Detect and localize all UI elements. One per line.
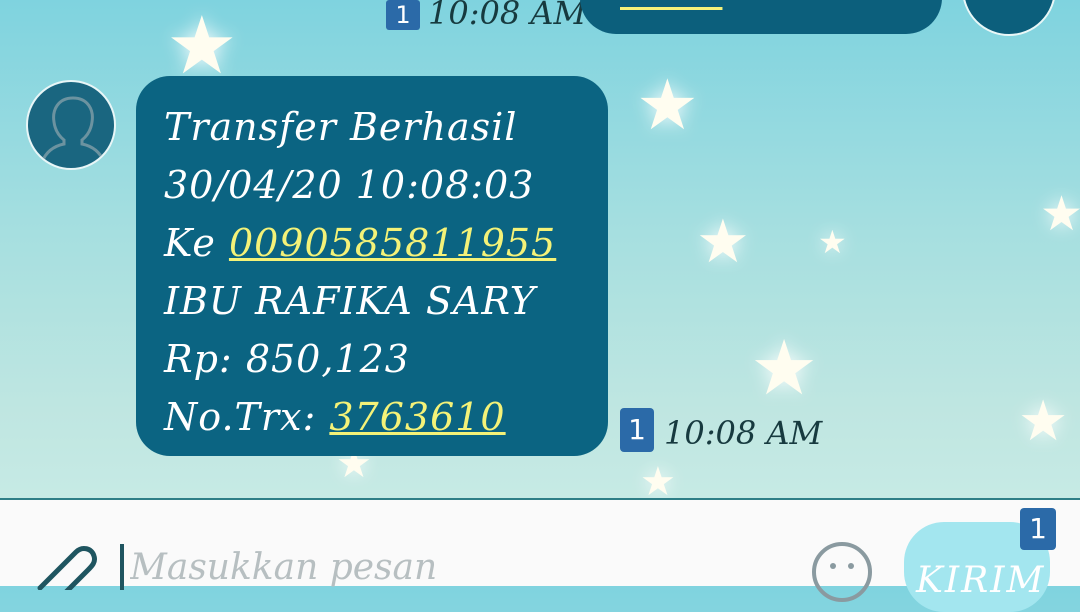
star-decoration: ★	[1040, 186, 1080, 242]
star-decoration: ★	[818, 223, 847, 261]
star-decoration: ★	[750, 323, 819, 412]
message-line-prefix: No.Trx:	[164, 395, 330, 439]
message-input[interactable]	[130, 544, 790, 590]
message-line-prefix: Ke	[164, 221, 229, 265]
unread-badge: 1	[1020, 508, 1056, 550]
message-bubble[interactable]: Transfer Berhasil 30/04/20 10:08:03 Ke 0…	[136, 76, 608, 456]
star-decoration: ★	[166, 0, 238, 92]
message-bubble-text-cropped: ·· ·· ··	[620, 0, 722, 14]
message-composer: KIRIM 1	[0, 498, 1080, 612]
message-line-recipient: Ke 0090585811955	[164, 214, 582, 272]
star-decoration: ★	[696, 207, 750, 277]
message-line: IBU RAFIKA SARY	[164, 279, 536, 323]
star-decoration: ★	[1018, 389, 1069, 454]
contact-avatar[interactable]	[26, 80, 116, 170]
message-line: Transfer Berhasil	[164, 105, 518, 149]
message-line: 30/04/20 10:08:03	[164, 163, 535, 207]
message-time: 10:08 AM	[428, 0, 587, 32]
account-number-link[interactable]: 0090585811955	[229, 221, 556, 265]
message-line: Rp: 850,123	[164, 337, 410, 381]
text-cursor	[120, 544, 124, 590]
message-bubble-sent[interactable]: ·· ·· ··	[580, 0, 942, 34]
unread-badge: 1	[386, 0, 420, 30]
star-decoration: ★	[640, 459, 676, 505]
paperclip-icon[interactable]	[30, 540, 102, 590]
unread-badge: 1	[620, 408, 654, 452]
emoji-icon[interactable]	[810, 540, 874, 604]
avatar-icon	[40, 96, 106, 164]
star-decoration: ★	[636, 64, 699, 146]
message-line-trx: No.Trx: 3763610	[164, 388, 582, 446]
trx-number-link[interactable]: 3763610	[329, 395, 505, 439]
sender-avatar[interactable]	[962, 0, 1056, 36]
message-time: 10:08 AM	[664, 414, 823, 452]
chat-area[interactable]: ★ ★ ★ ★ ★ ★ ★ ★ ★ 1 10:08 AM ·· ·· ·· Tr…	[0, 0, 1080, 502]
